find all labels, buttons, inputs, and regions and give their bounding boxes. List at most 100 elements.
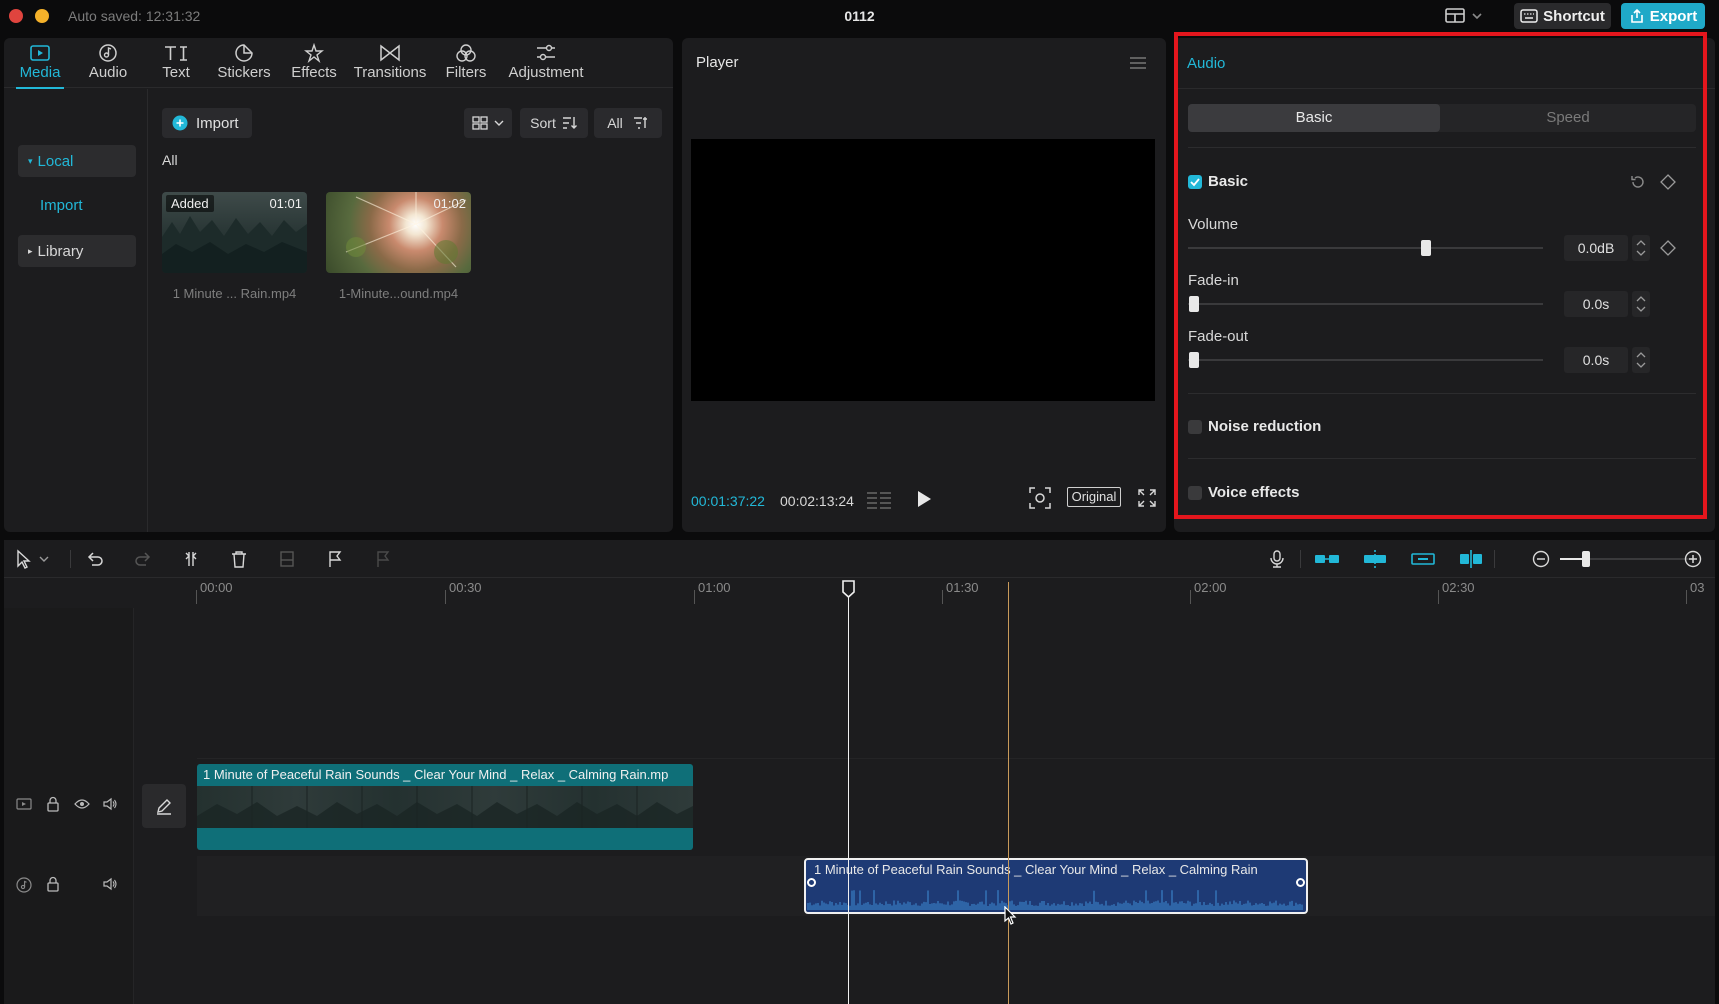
- asset-tabs: Media Audio Text Stickers Effects Transi…: [4, 38, 673, 88]
- minimize-window-button[interactable]: [35, 9, 49, 23]
- preview-axis-button[interactable]: [1458, 548, 1484, 570]
- toolbar-separator: [1494, 550, 1495, 568]
- fade-in-stepper[interactable]: [1632, 291, 1650, 317]
- tab-stickers[interactable]: Stickers: [208, 42, 280, 86]
- basic-section-label: Basic: [1208, 173, 1248, 190]
- magnet-main-track-button[interactable]: [1314, 548, 1340, 570]
- close-window-button[interactable]: [9, 9, 23, 23]
- voice-effects-checkbox[interactable]: [1188, 486, 1202, 500]
- undo-button[interactable]: [84, 548, 106, 570]
- fade-out-handle[interactable]: [1296, 878, 1305, 887]
- play-button[interactable]: [916, 490, 932, 508]
- record-voiceover-button[interactable]: [1266, 548, 1288, 570]
- cover-edit-button[interactable]: [142, 784, 186, 828]
- fade-out-stepper[interactable]: [1632, 347, 1650, 373]
- volume-keyframe-button[interactable]: [1660, 240, 1676, 256]
- basic-checkbox[interactable]: [1188, 175, 1202, 189]
- filmstrip-frames-image: [197, 786, 693, 828]
- stepper-arrows-icon: [1632, 235, 1650, 261]
- filters-icon: [455, 43, 477, 63]
- select-tool-button[interactable]: [12, 548, 52, 570]
- focus-icon: [1029, 487, 1051, 509]
- volume-value-field[interactable]: 0.0dB: [1564, 235, 1628, 261]
- import-button[interactable]: Import: [162, 108, 252, 138]
- add-marker-button[interactable]: [324, 548, 346, 570]
- layout-button[interactable]: [1442, 6, 1486, 26]
- marker-options-button[interactable]: [372, 548, 394, 570]
- mute-audio-track-button[interactable]: [102, 877, 118, 891]
- music-note-icon: [16, 877, 32, 893]
- view-mode-button[interactable]: [464, 108, 512, 138]
- arrow-cursor-icon: [1004, 906, 1018, 926]
- tab-media[interactable]: Media: [8, 42, 72, 86]
- sort-icon: [562, 116, 578, 130]
- title-bar: Auto saved: 12:31:32 0112 Shortcut E: [0, 0, 1719, 32]
- shortcut-button[interactable]: Shortcut: [1514, 3, 1611, 29]
- audio-clip[interactable]: 1 Minute of Peaceful Rain Sounds _ Clear…: [804, 858, 1308, 914]
- zoom-in-button[interactable]: [1682, 548, 1704, 570]
- fade-in-handle[interactable]: [807, 878, 816, 887]
- ruler-tick: [1190, 590, 1191, 604]
- fade-in-slider-handle[interactable]: [1189, 296, 1199, 312]
- tab-transitions[interactable]: Transitions: [348, 42, 432, 86]
- redo-button[interactable]: [132, 548, 154, 570]
- filter-button[interactable]: All: [594, 108, 662, 138]
- sidebar-item-local[interactable]: ▾ Local: [18, 145, 136, 177]
- zoom-out-button[interactable]: [1530, 548, 1552, 570]
- fullscreen-button[interactable]: [1138, 489, 1156, 507]
- fade-out-slider-handle[interactable]: [1189, 352, 1199, 368]
- zoom-slider-handle[interactable]: [1582, 551, 1590, 567]
- fade-in-value-field[interactable]: 0.0s: [1564, 291, 1628, 317]
- toolbar-separator: [1300, 550, 1301, 568]
- export-button[interactable]: Export: [1621, 3, 1705, 29]
- video-preview[interactable]: [691, 139, 1155, 401]
- tab-text[interactable]: Text: [144, 42, 208, 86]
- media-item-thumbnail[interactable]: 01:02: [326, 192, 471, 273]
- fade-out-slider[interactable]: [1188, 359, 1543, 361]
- tab-filters[interactable]: Filters: [434, 42, 498, 86]
- noise-reduction-checkbox[interactable]: [1188, 420, 1202, 434]
- ruler-tick: [196, 590, 197, 604]
- reset-button[interactable]: [1630, 174, 1646, 190]
- hide-video-track-button[interactable]: [74, 798, 90, 810]
- zoom-slider[interactable]: [1560, 558, 1692, 560]
- sidebar-item-import[interactable]: Import: [18, 189, 136, 221]
- sort-button[interactable]: Sort: [520, 108, 588, 138]
- fit-screen-button[interactable]: [1029, 487, 1051, 509]
- added-badge: Added: [166, 195, 214, 212]
- subtab-speed[interactable]: Speed: [1440, 104, 1696, 132]
- hamburger-menu-icon: [1129, 56, 1147, 70]
- tab-effects[interactable]: Effects: [282, 42, 346, 86]
- timeline-panel: 00:00 00:30 01:00 01:30 02:00 02:30 03: [4, 540, 1715, 1004]
- tab-adjustment[interactable]: Adjustment: [500, 42, 592, 86]
- shortcut-label: Shortcut: [1543, 8, 1605, 25]
- media-item-thumbnail[interactable]: Added 01:01: [162, 192, 307, 273]
- mute-video-track-button[interactable]: [102, 797, 118, 811]
- aspect-ratio-button[interactable]: Original: [1067, 487, 1121, 507]
- link-icon: [1410, 550, 1436, 568]
- split-button[interactable]: [180, 548, 202, 570]
- fade-out-value-field[interactable]: 0.0s: [1564, 347, 1628, 373]
- lock-video-track-button[interactable]: [46, 796, 60, 812]
- keyframe-button[interactable]: [1660, 174, 1676, 190]
- frame-list-button[interactable]: [866, 491, 892, 509]
- volume-stepper[interactable]: [1632, 235, 1650, 261]
- eye-icon: [74, 798, 90, 810]
- delete-button[interactable]: [228, 548, 250, 570]
- volume-slider[interactable]: [1188, 247, 1543, 249]
- playhead[interactable]: [848, 582, 849, 1004]
- playhead-handle[interactable]: [842, 580, 855, 598]
- fade-in-slider[interactable]: [1188, 303, 1543, 305]
- video-track-icon: [16, 797, 32, 811]
- timeline-ruler[interactable]: [134, 578, 1715, 608]
- subtab-basic[interactable]: Basic: [1188, 104, 1440, 132]
- video-clip[interactable]: 1 Minute of Peaceful Rain Sounds _ Clear…: [197, 764, 693, 850]
- volume-slider-handle[interactable]: [1421, 240, 1431, 256]
- sidebar-item-library[interactable]: ▸ Library: [18, 235, 136, 267]
- lock-audio-track-button[interactable]: [46, 876, 60, 892]
- freeze-button[interactable]: [276, 548, 298, 570]
- player-menu-button[interactable]: [1129, 56, 1147, 70]
- auto-snapping-button[interactable]: [1362, 548, 1388, 570]
- linkage-button[interactable]: [1410, 548, 1436, 570]
- tab-audio[interactable]: Audio: [76, 42, 140, 86]
